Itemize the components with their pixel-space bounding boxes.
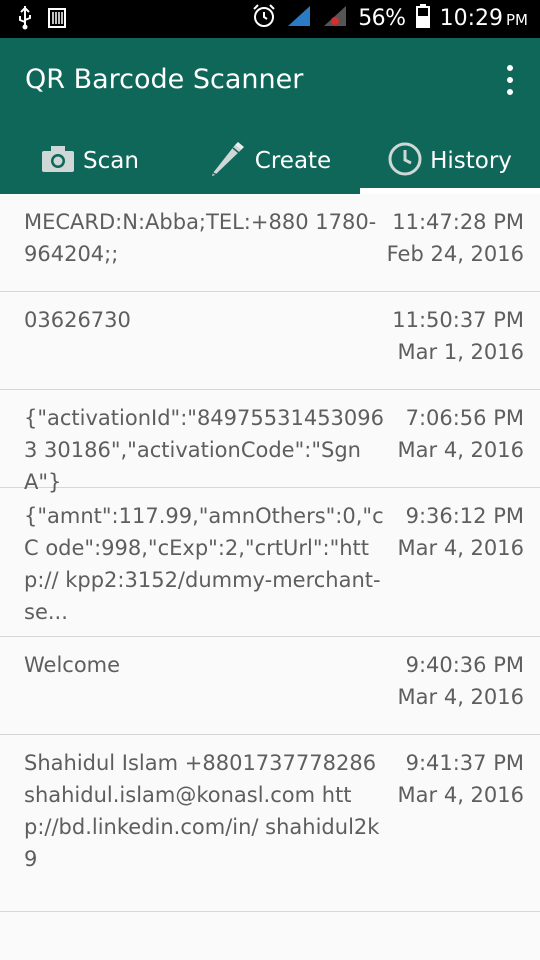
- history-date: Mar 4, 2016: [397, 783, 524, 807]
- alarm-icon: [252, 4, 276, 32]
- signal-roaming-icon: [322, 4, 348, 32]
- history-content: MECARD:N:Abba;TEL:+880 1780-964204;;: [24, 210, 377, 266]
- barcode-icon: [48, 7, 66, 33]
- list-item[interactable]: MECARD:N:Abba;TEL:+880 1780-964204;; 11:…: [0, 194, 540, 292]
- usb-icon: [18, 6, 32, 34]
- tab-scan-label: Scan: [83, 148, 139, 174]
- history-content: Shahidul Islam +8801737778286 shahidul.i…: [24, 751, 380, 871]
- list-item[interactable]: Shahidul Islam +8801737778286 shahidul.i…: [0, 735, 540, 912]
- list-item[interactable]: {"amnt":117.99,"amnOthers":0,"cC ode":99…: [0, 488, 540, 637]
- list-item[interactable]: {"activationId":"849755314530963 30186",…: [0, 390, 540, 494]
- history-content: {"activationId":"849755314530963 30186",…: [24, 406, 384, 494]
- history-list: MECARD:N:Abba;TEL:+880 1780-964204;; 11:…: [0, 194, 540, 912]
- history-time: 9:41:37 PM: [405, 751, 524, 775]
- history-time: 11:47:28 PM: [392, 210, 524, 234]
- tab-history-label: History: [430, 148, 512, 174]
- signal-icon: [286, 4, 312, 32]
- tab-history[interactable]: History: [360, 128, 540, 194]
- tab-bar: Scan Create History: [0, 128, 540, 194]
- history-timestamp: 9:36:12 PM Mar 4, 2016: [398, 500, 524, 564]
- list-item[interactable]: 03626730 11:50:37 PM Mar 1, 2016: [0, 292, 540, 390]
- history-content: 03626730: [24, 308, 131, 332]
- history-time: 9:40:36 PM: [405, 653, 524, 677]
- overflow-menu-icon[interactable]: [498, 65, 522, 95]
- history-timestamp: 11:50:37 PM Mar 1, 2016: [392, 304, 524, 368]
- history-time: 11:50:37 PM: [392, 308, 524, 332]
- list-item[interactable]: Welcome 9:40:36 PM Mar 4, 2016: [0, 637, 540, 735]
- history-time: 9:36:12 PM: [405, 504, 524, 528]
- history-content: {"amnt":117.99,"amnOthers":0,"cC ode":99…: [24, 504, 384, 624]
- history-date: Mar 4, 2016: [397, 685, 524, 709]
- app-title: QR Barcode Scanner: [25, 64, 304, 95]
- pencil-icon: [209, 141, 247, 181]
- status-time: 10:29 PM: [439, 5, 528, 31]
- history-date: Mar 1, 2016: [397, 340, 524, 364]
- history-date: Feb 24, 2016: [386, 242, 524, 266]
- history-timestamp: 7:06:56 PM Mar 4, 2016: [398, 402, 524, 466]
- camera-icon: [41, 145, 75, 177]
- clock-icon: [388, 142, 422, 180]
- history-time: 7:06:56 PM: [405, 406, 524, 430]
- battery-icon: [415, 4, 430, 32]
- tab-scan[interactable]: Scan: [0, 128, 180, 194]
- status-bar: 56% 10:29 PM: [0, 0, 540, 38]
- history-timestamp: 9:40:36 PM Mar 4, 2016: [398, 649, 524, 713]
- history-date: Mar 4, 2016: [397, 536, 524, 560]
- tab-create[interactable]: Create: [180, 128, 360, 194]
- history-timestamp: 11:47:28 PM Feb 24, 2016: [387, 206, 524, 270]
- history-content: Welcome: [24, 653, 121, 677]
- battery-percent: 56%: [358, 5, 406, 31]
- history-date: Mar 4, 2016: [397, 438, 524, 462]
- history-timestamp: 9:41:37 PM Mar 4, 2016: [398, 747, 524, 811]
- app-bar: QR Barcode Scanner Scan Create History: [0, 38, 540, 194]
- tab-create-label: Create: [254, 148, 332, 174]
